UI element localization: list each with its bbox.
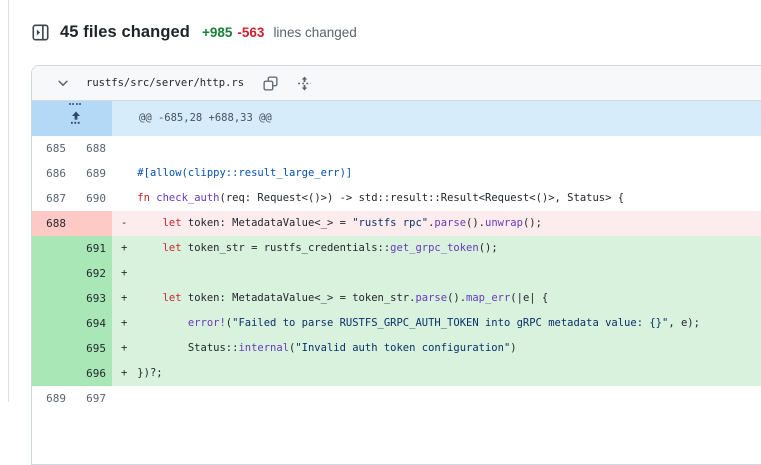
diff-sign: + bbox=[121, 367, 128, 379]
chevron-down-icon bbox=[56, 76, 70, 90]
new-line-number[interactable]: 690 bbox=[72, 186, 112, 211]
old-line-number[interactable]: 687 bbox=[32, 186, 72, 211]
diff-row: 688 - let token: MetadataValue<_> = "rust… bbox=[32, 211, 761, 236]
diff-row: 694 + error!("Failed to parse RUSTFS_GRPC… bbox=[32, 311, 761, 336]
new-line-number[interactable]: 691 bbox=[72, 236, 112, 261]
diff-sign: + bbox=[121, 317, 128, 329]
expand-hunk-up-button[interactable] bbox=[32, 101, 112, 136]
new-line-number[interactable]: 689 bbox=[72, 161, 112, 186]
copy-path-button[interactable] bbox=[258, 71, 282, 95]
diff-row: 685 688 bbox=[32, 136, 761, 161]
lines-changed-counts: +985 -563 lines changed bbox=[202, 25, 357, 40]
diff-row: 689 697 bbox=[32, 386, 761, 411]
diff-row: 692 + bbox=[32, 261, 761, 286]
diff-row: 686 689 #[allow(clippy::result_large_err)… bbox=[32, 161, 761, 186]
new-line-number[interactable] bbox=[72, 211, 112, 236]
old-line-number[interactable] bbox=[32, 286, 72, 311]
new-line-number[interactable]: 688 bbox=[72, 136, 112, 161]
old-line-number[interactable] bbox=[32, 361, 72, 386]
code-line: fn check_auth(req: Request<()>) -> std::… bbox=[137, 192, 625, 204]
diff-row: 693 + let token: MetadataValue<_> = token… bbox=[32, 286, 761, 311]
copy-icon bbox=[263, 75, 278, 91]
diff-sign: + bbox=[121, 267, 128, 279]
file-tree-toggle-button[interactable] bbox=[30, 22, 50, 42]
diff-row: 687 690 fn check_auth(req: Request<()>) -… bbox=[32, 186, 761, 211]
diff-table: @@ -685,28 +688,33 @@ 685 688 686 689 #[allo… bbox=[32, 101, 761, 411]
code-line: + })?; bbox=[112, 361, 761, 386]
diff-row: 691 + let token_str = rustfs_credentials:… bbox=[32, 236, 761, 261]
panel-divider bbox=[8, 0, 9, 402]
deletions-count: -563 bbox=[237, 24, 265, 40]
diff-row: 696 + })?; bbox=[32, 361, 761, 386]
old-line-number[interactable]: 685 bbox=[32, 136, 72, 161]
diff-row: 695 + Status::internal("Invalid auth toke… bbox=[32, 336, 761, 361]
code-line: + Status::internal("Invalid auth token c… bbox=[112, 336, 761, 361]
unfold-icon bbox=[297, 76, 312, 91]
old-line-number[interactable] bbox=[32, 336, 72, 361]
code-line: + error!("Failed to parse RUSTFS_GRPC_AU… bbox=[112, 311, 761, 336]
hunk-row: @@ -685,28 +688,33 @@ bbox=[32, 101, 761, 136]
new-line-number[interactable]: 696 bbox=[72, 361, 112, 386]
diff-sign: + bbox=[121, 292, 128, 304]
code-line: + bbox=[112, 261, 761, 286]
diff-sign: - bbox=[121, 217, 128, 229]
hunk-header-text: @@ -685,28 +688,33 @@ bbox=[112, 101, 761, 136]
old-line-number[interactable] bbox=[32, 236, 72, 261]
code-line: - let token: MetadataValue<_> = "rustfs … bbox=[112, 211, 761, 236]
file-path-link[interactable]: rustfs/src/server/http.rs bbox=[86, 77, 244, 89]
file-diff-card: rustfs/src/server/http.rs @@ -685,28 +68… bbox=[31, 65, 761, 465]
code-line: + let token_str = rustfs_credentials::ge… bbox=[112, 236, 761, 261]
new-line-number[interactable]: 692 bbox=[72, 261, 112, 286]
expand-all-hunks-button[interactable] bbox=[292, 71, 316, 95]
diff-sign: + bbox=[121, 242, 128, 254]
old-line-number[interactable]: 686 bbox=[32, 161, 72, 186]
old-line-number[interactable] bbox=[32, 311, 72, 336]
diff-sign: + bbox=[121, 342, 128, 354]
new-line-number[interactable]: 694 bbox=[72, 311, 112, 336]
new-line-number[interactable]: 697 bbox=[72, 386, 112, 411]
file-header: rustfs/src/server/http.rs bbox=[32, 66, 761, 101]
old-line-number[interactable]: 689 bbox=[32, 386, 72, 411]
new-line-number[interactable]: 693 bbox=[72, 286, 112, 311]
collapse-file-button[interactable] bbox=[52, 72, 74, 94]
old-line-number[interactable]: 688 bbox=[32, 211, 72, 236]
files-changed-title: 45 files changed bbox=[60, 22, 190, 41]
new-line-number[interactable]: 695 bbox=[72, 336, 112, 361]
panel-toggle-icon bbox=[31, 23, 49, 41]
old-line-number[interactable] bbox=[32, 261, 72, 286]
code-line: #[allow(clippy::result_large_err)] bbox=[137, 167, 353, 179]
diff-summary-header: 45 files changed +985 -563 lines changed bbox=[30, 22, 357, 42]
additions-count: +985 bbox=[201, 24, 233, 40]
code-line: + let token: MetadataValue<_> = token_st… bbox=[112, 286, 761, 311]
lines-changed-label: lines changed bbox=[273, 24, 357, 40]
